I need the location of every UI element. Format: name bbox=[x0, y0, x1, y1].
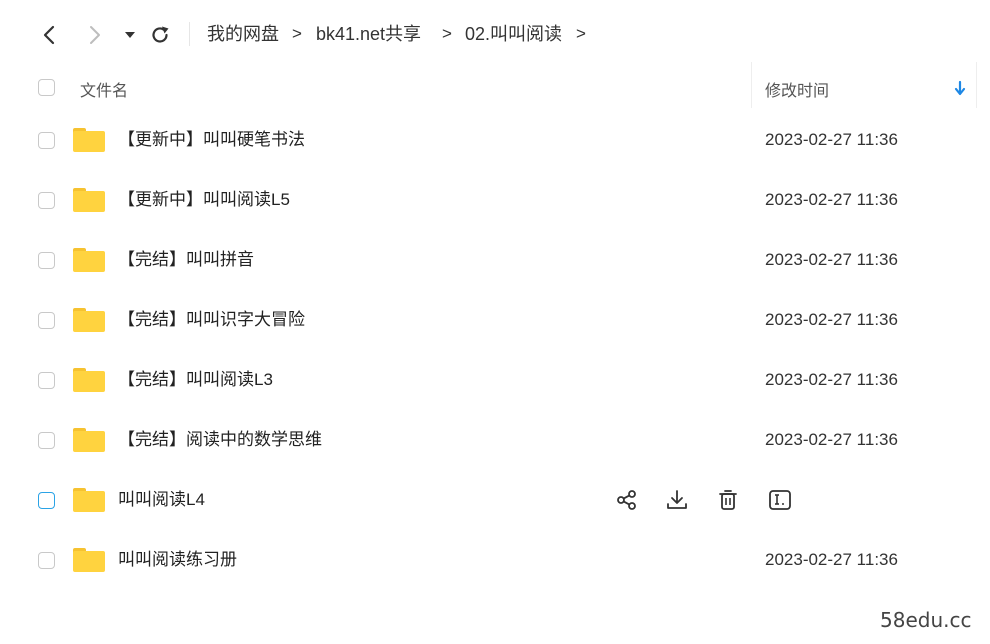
share-icon bbox=[617, 490, 636, 510]
modified-time: 2023-02-27 11:36 bbox=[765, 130, 898, 149]
history-dropdown-button[interactable] bbox=[117, 22, 143, 48]
refresh-icon bbox=[152, 26, 169, 43]
folder-icon bbox=[73, 248, 105, 272]
file-browser: 我的网盘 > bk41.net共享 > 02.叫叫阅读 > 文件名 修改时间 【… bbox=[0, 0, 990, 644]
delete-button[interactable] bbox=[716, 488, 740, 512]
row-checkbox[interactable] bbox=[38, 492, 55, 509]
file-row[interactable]: 【更新中】叫叫阅读L5 2023-02-27 11:36 bbox=[0, 170, 990, 230]
toolbar: 我的网盘 > bk41.net共享 > 02.叫叫阅读 > bbox=[0, 0, 990, 68]
file-name[interactable]: 【完结】叫叫识字大冒险 bbox=[118, 309, 305, 331]
file-name[interactable]: 【完结】叫叫阅读L3 bbox=[118, 369, 273, 391]
back-button[interactable] bbox=[36, 22, 62, 48]
file-row[interactable]: 【完结】阅读中的数学思维 2023-02-27 11:36 bbox=[0, 410, 990, 470]
list-header: 文件名 修改时间 bbox=[0, 68, 990, 108]
caret-down-icon bbox=[125, 32, 135, 38]
folder-icon bbox=[73, 308, 105, 332]
folder-icon bbox=[73, 428, 105, 452]
file-name[interactable]: 【完结】阅读中的数学思维 bbox=[118, 429, 322, 451]
refresh-button[interactable] bbox=[147, 22, 173, 48]
file-name[interactable]: 叫叫阅读L4 bbox=[118, 489, 205, 511]
trash-icon bbox=[719, 490, 737, 510]
modified-time: 2023-02-27 11:36 bbox=[765, 250, 898, 269]
download-icon bbox=[667, 490, 687, 509]
file-row[interactable]: 【完结】叫叫阅读L3 2023-02-27 11:36 bbox=[0, 350, 990, 410]
folder-icon bbox=[73, 488, 105, 512]
breadcrumb-separator: > bbox=[442, 24, 452, 43]
modified-time: 2023-02-27 11:36 bbox=[765, 550, 898, 569]
file-name[interactable]: 【更新中】叫叫阅读L5 bbox=[118, 189, 290, 211]
breadcrumb-level1[interactable]: bk41.net共享 bbox=[316, 23, 421, 45]
folder-icon bbox=[73, 128, 105, 152]
rename-button[interactable] bbox=[768, 488, 792, 512]
toolbar-separator bbox=[189, 22, 190, 46]
row-checkbox[interactable] bbox=[38, 252, 55, 269]
file-row[interactable]: 【完结】叫叫拼音 2023-02-27 11:36 bbox=[0, 230, 990, 290]
row-checkbox[interactable] bbox=[38, 552, 55, 569]
breadcrumb-level2[interactable]: 02.叫叫阅读 bbox=[465, 23, 562, 45]
file-row-hovered[interactable]: 叫叫阅读L4 bbox=[0, 470, 990, 530]
file-name[interactable]: 叫叫阅读练习册 bbox=[118, 549, 237, 571]
arrow-down-icon[interactable] bbox=[953, 79, 967, 97]
modified-time: 2023-02-27 11:36 bbox=[765, 310, 898, 329]
breadcrumb-separator: > bbox=[292, 24, 302, 43]
folder-icon bbox=[73, 188, 105, 212]
select-all-checkbox[interactable] bbox=[38, 79, 55, 96]
file-name[interactable]: 【更新中】叫叫硬笔书法 bbox=[118, 129, 305, 151]
folder-icon bbox=[73, 368, 105, 392]
chevron-right-icon bbox=[90, 26, 100, 44]
forward-button[interactable] bbox=[82, 22, 108, 48]
row-checkbox[interactable] bbox=[38, 432, 55, 449]
modified-time: 2023-02-27 11:36 bbox=[765, 370, 898, 389]
row-checkbox[interactable] bbox=[38, 312, 55, 329]
row-checkbox[interactable] bbox=[38, 192, 55, 209]
modified-time: 2023-02-27 11:36 bbox=[765, 430, 898, 449]
column-header-time[interactable]: 修改时间 bbox=[765, 77, 829, 101]
file-name[interactable]: 【完结】叫叫拼音 bbox=[118, 249, 254, 271]
modified-time: 2023-02-27 11:36 bbox=[765, 190, 898, 209]
breadcrumb-root[interactable]: 我的网盘 bbox=[207, 23, 279, 45]
row-checkbox[interactable] bbox=[38, 372, 55, 389]
download-button[interactable] bbox=[665, 488, 689, 512]
file-row[interactable]: 叫叫阅读练习册 2023-02-27 11:36 bbox=[0, 530, 990, 590]
file-row[interactable]: 【完结】叫叫识字大冒险 2023-02-27 11:36 bbox=[0, 290, 990, 350]
watermark: 58edu.cc bbox=[880, 608, 972, 632]
file-row[interactable]: 【更新中】叫叫硬笔书法 2023-02-27 11:36 bbox=[0, 110, 990, 170]
column-header-name[interactable]: 文件名 bbox=[80, 77, 128, 101]
folder-icon bbox=[73, 548, 105, 572]
chevron-left-icon bbox=[43, 25, 55, 45]
share-button[interactable] bbox=[615, 488, 639, 512]
rename-icon bbox=[769, 490, 791, 510]
row-checkbox[interactable] bbox=[38, 132, 55, 149]
breadcrumb-separator: > bbox=[576, 24, 586, 43]
